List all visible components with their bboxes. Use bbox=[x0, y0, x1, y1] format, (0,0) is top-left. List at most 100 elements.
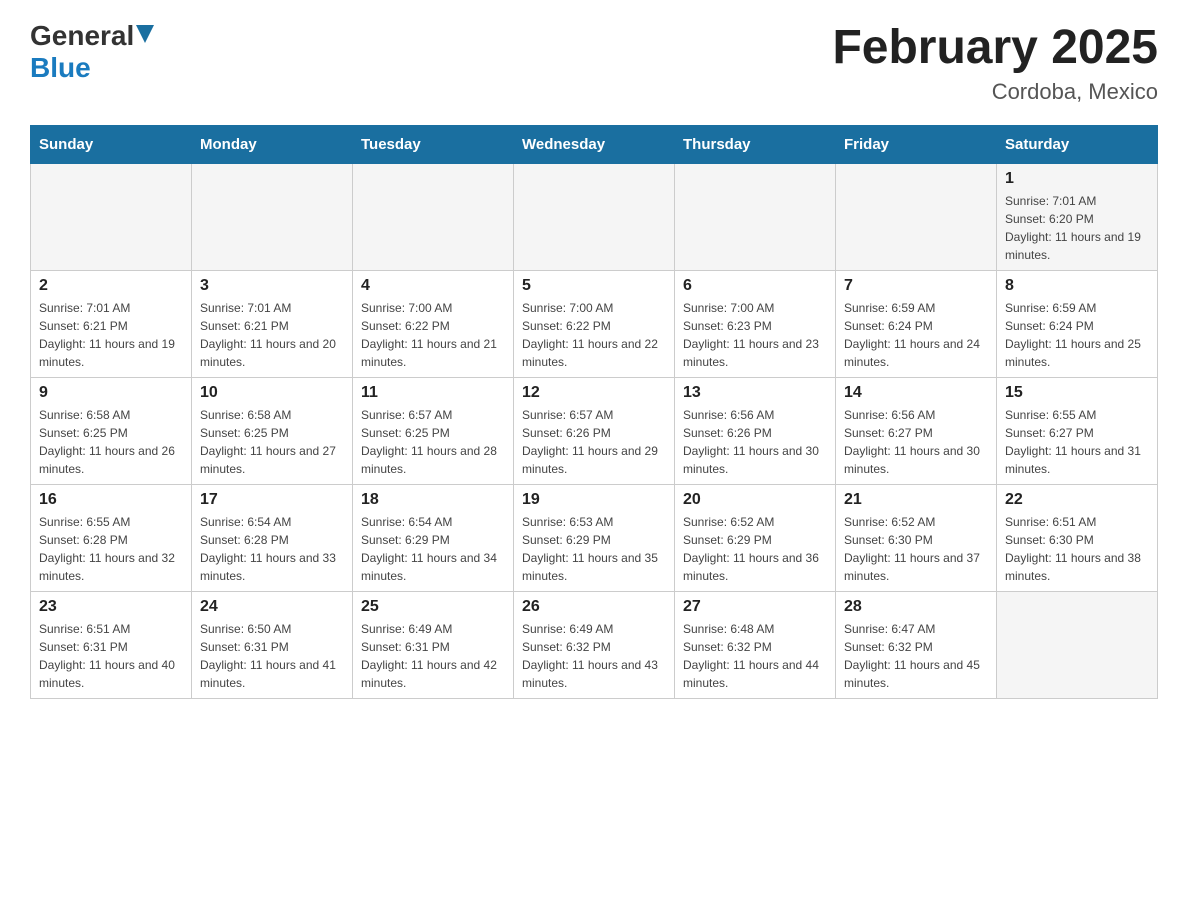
day-of-week-header: Wednesday bbox=[514, 126, 675, 164]
day-number: 28 bbox=[844, 598, 988, 616]
calendar-day-cell bbox=[192, 164, 353, 271]
calendar-day-cell bbox=[675, 164, 836, 271]
day-number: 12 bbox=[522, 384, 666, 402]
day-info: Sunrise: 7:01 AM Sunset: 6:21 PM Dayligh… bbox=[200, 299, 344, 371]
calendar-day-cell: 28 Sunrise: 6:47 AM Sunset: 6:32 PM Dayli… bbox=[836, 592, 997, 699]
calendar-day-cell: 10 Sunrise: 6:58 AM Sunset: 6:25 PM Dayli… bbox=[192, 378, 353, 485]
calendar-day-cell bbox=[353, 164, 514, 271]
logo-triangle-icon bbox=[136, 25, 154, 43]
calendar-title: February 2025 bbox=[832, 20, 1158, 75]
day-number: 24 bbox=[200, 598, 344, 616]
calendar-week-row: 2 Sunrise: 7:01 AM Sunset: 6:21 PM Daylig… bbox=[31, 271, 1158, 378]
day-info: Sunrise: 6:54 AM Sunset: 6:29 PM Dayligh… bbox=[361, 513, 505, 585]
day-number: 9 bbox=[39, 384, 183, 402]
day-info: Sunrise: 6:48 AM Sunset: 6:32 PM Dayligh… bbox=[683, 620, 827, 692]
day-number: 18 bbox=[361, 491, 505, 509]
day-of-week-header: Friday bbox=[836, 126, 997, 164]
title-block: February 2025 Cordoba, Mexico bbox=[832, 20, 1158, 105]
day-info: Sunrise: 7:01 AM Sunset: 6:20 PM Dayligh… bbox=[1005, 192, 1149, 264]
day-number: 10 bbox=[200, 384, 344, 402]
day-number: 4 bbox=[361, 277, 505, 295]
day-info: Sunrise: 6:56 AM Sunset: 6:26 PM Dayligh… bbox=[683, 406, 827, 478]
day-number: 14 bbox=[844, 384, 988, 402]
calendar-week-row: 23 Sunrise: 6:51 AM Sunset: 6:31 PM Dayli… bbox=[31, 592, 1158, 699]
day-number: 13 bbox=[683, 384, 827, 402]
calendar-day-cell: 16Sunrise: 6:55 AM Sunset: 6:28 PM Dayli… bbox=[31, 485, 192, 592]
day-number: 15 bbox=[1005, 384, 1149, 402]
day-info: Sunrise: 6:57 AM Sunset: 6:25 PM Dayligh… bbox=[361, 406, 505, 478]
day-number: 8 bbox=[1005, 277, 1149, 295]
day-number: 22 bbox=[1005, 491, 1149, 509]
day-number: 5 bbox=[522, 277, 666, 295]
day-number: 7 bbox=[844, 277, 988, 295]
calendar-day-cell: 7Sunrise: 6:59 AM Sunset: 6:24 PM Daylig… bbox=[836, 271, 997, 378]
calendar-day-cell: 12Sunrise: 6:57 AM Sunset: 6:26 PM Dayli… bbox=[514, 378, 675, 485]
day-number: 2 bbox=[39, 277, 183, 295]
calendar-day-cell: 19 Sunrise: 6:53 AM Sunset: 6:29 PM Dayli… bbox=[514, 485, 675, 592]
day-number: 26 bbox=[522, 598, 666, 616]
calendar-day-cell: 22 Sunrise: 6:51 AM Sunset: 6:30 PM Dayli… bbox=[997, 485, 1158, 592]
calendar-week-row: 1 Sunrise: 7:01 AM Sunset: 6:20 PM Daylig… bbox=[31, 164, 1158, 271]
calendar-week-row: 16Sunrise: 6:55 AM Sunset: 6:28 PM Dayli… bbox=[31, 485, 1158, 592]
calendar-day-cell: 26 Sunrise: 6:49 AM Sunset: 6:32 PM Dayli… bbox=[514, 592, 675, 699]
calendar-day-cell: 23 Sunrise: 6:51 AM Sunset: 6:31 PM Dayli… bbox=[31, 592, 192, 699]
calendar-day-cell: 3 Sunrise: 7:01 AM Sunset: 6:21 PM Daylig… bbox=[192, 271, 353, 378]
calendar-day-cell: 20 Sunrise: 6:52 AM Sunset: 6:29 PM Dayli… bbox=[675, 485, 836, 592]
calendar-day-cell: 4 Sunrise: 7:00 AM Sunset: 6:22 PM Daylig… bbox=[353, 271, 514, 378]
calendar-subtitle: Cordoba, Mexico bbox=[832, 79, 1158, 105]
calendar-day-cell: 2 Sunrise: 7:01 AM Sunset: 6:21 PM Daylig… bbox=[31, 271, 192, 378]
logo-general-text: General bbox=[30, 20, 134, 52]
calendar-day-cell bbox=[31, 164, 192, 271]
day-info: Sunrise: 7:00 AM Sunset: 6:23 PM Dayligh… bbox=[683, 299, 827, 371]
day-number: 21 bbox=[844, 491, 988, 509]
day-info: Sunrise: 6:50 AM Sunset: 6:31 PM Dayligh… bbox=[200, 620, 344, 692]
day-info: Sunrise: 6:58 AM Sunset: 6:25 PM Dayligh… bbox=[39, 406, 183, 478]
day-info: Sunrise: 6:55 AM Sunset: 6:28 PM Dayligh… bbox=[39, 513, 183, 585]
day-of-week-header: Sunday bbox=[31, 126, 192, 164]
day-of-week-header: Monday bbox=[192, 126, 353, 164]
day-info: Sunrise: 6:49 AM Sunset: 6:32 PM Dayligh… bbox=[522, 620, 666, 692]
day-info: Sunrise: 6:51 AM Sunset: 6:30 PM Dayligh… bbox=[1005, 513, 1149, 585]
page-header: General Blue February 2025 Cordoba, Mexi… bbox=[30, 20, 1158, 105]
day-info: Sunrise: 6:55 AM Sunset: 6:27 PM Dayligh… bbox=[1005, 406, 1149, 478]
days-of-week-row: SundayMondayTuesdayWednesdayThursdayFrid… bbox=[31, 126, 1158, 164]
day-info: Sunrise: 6:53 AM Sunset: 6:29 PM Dayligh… bbox=[522, 513, 666, 585]
day-info: Sunrise: 6:51 AM Sunset: 6:31 PM Dayligh… bbox=[39, 620, 183, 692]
calendar-week-row: 9 Sunrise: 6:58 AM Sunset: 6:25 PM Daylig… bbox=[31, 378, 1158, 485]
day-info: Sunrise: 7:00 AM Sunset: 6:22 PM Dayligh… bbox=[522, 299, 666, 371]
day-info: Sunrise: 6:58 AM Sunset: 6:25 PM Dayligh… bbox=[200, 406, 344, 478]
day-number: 6 bbox=[683, 277, 827, 295]
calendar-body: 1 Sunrise: 7:01 AM Sunset: 6:20 PM Daylig… bbox=[31, 164, 1158, 699]
day-number: 20 bbox=[683, 491, 827, 509]
calendar-day-cell bbox=[836, 164, 997, 271]
calendar-day-cell bbox=[997, 592, 1158, 699]
day-info: Sunrise: 6:56 AM Sunset: 6:27 PM Dayligh… bbox=[844, 406, 988, 478]
calendar-day-cell bbox=[514, 164, 675, 271]
calendar-day-cell: 21Sunrise: 6:52 AM Sunset: 6:30 PM Dayli… bbox=[836, 485, 997, 592]
calendar-day-cell: 11Sunrise: 6:57 AM Sunset: 6:25 PM Dayli… bbox=[353, 378, 514, 485]
day-info: Sunrise: 7:01 AM Sunset: 6:21 PM Dayligh… bbox=[39, 299, 183, 371]
calendar-day-cell: 8Sunrise: 6:59 AM Sunset: 6:24 PM Daylig… bbox=[997, 271, 1158, 378]
day-number: 27 bbox=[683, 598, 827, 616]
logo-blue-text: Blue bbox=[30, 52, 91, 83]
day-of-week-header: Saturday bbox=[997, 126, 1158, 164]
day-number: 17 bbox=[200, 491, 344, 509]
day-info: Sunrise: 7:00 AM Sunset: 6:22 PM Dayligh… bbox=[361, 299, 505, 371]
calendar-day-cell: 15 Sunrise: 6:55 AM Sunset: 6:27 PM Dayli… bbox=[997, 378, 1158, 485]
day-number: 3 bbox=[200, 277, 344, 295]
day-number: 25 bbox=[361, 598, 505, 616]
calendar-header: SundayMondayTuesdayWednesdayThursdayFrid… bbox=[31, 126, 1158, 164]
day-info: Sunrise: 6:52 AM Sunset: 6:29 PM Dayligh… bbox=[683, 513, 827, 585]
day-number: 1 bbox=[1005, 170, 1149, 188]
calendar-day-cell: 9 Sunrise: 6:58 AM Sunset: 6:25 PM Daylig… bbox=[31, 378, 192, 485]
calendar-day-cell: 17 Sunrise: 6:54 AM Sunset: 6:28 PM Dayli… bbox=[192, 485, 353, 592]
day-number: 23 bbox=[39, 598, 183, 616]
calendar-day-cell: 14 Sunrise: 6:56 AM Sunset: 6:27 PM Dayli… bbox=[836, 378, 997, 485]
day-info: Sunrise: 6:47 AM Sunset: 6:32 PM Dayligh… bbox=[844, 620, 988, 692]
calendar-day-cell: 27 Sunrise: 6:48 AM Sunset: 6:32 PM Dayli… bbox=[675, 592, 836, 699]
day-info: Sunrise: 6:54 AM Sunset: 6:28 PM Dayligh… bbox=[200, 513, 344, 585]
calendar-day-cell: 6 Sunrise: 7:00 AM Sunset: 6:23 PM Daylig… bbox=[675, 271, 836, 378]
calendar-day-cell: 1 Sunrise: 7:01 AM Sunset: 6:20 PM Daylig… bbox=[997, 164, 1158, 271]
day-info: Sunrise: 6:49 AM Sunset: 6:31 PM Dayligh… bbox=[361, 620, 505, 692]
day-number: 19 bbox=[522, 491, 666, 509]
